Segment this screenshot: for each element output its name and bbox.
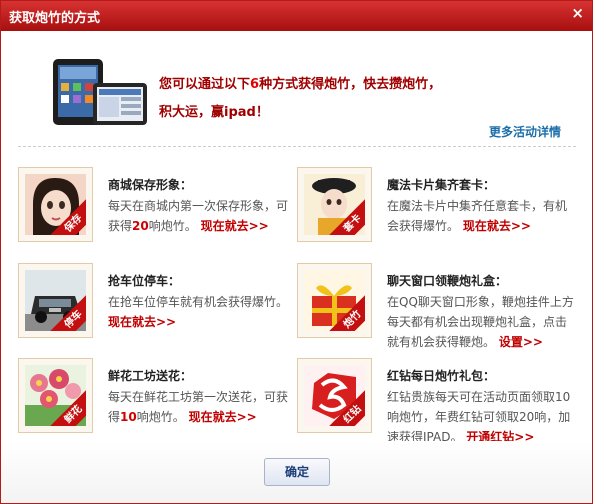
divider (18, 146, 576, 147)
method-desc: 每天在商城内第一次保存形象，可获得20响炮竹。 现在就去>> (108, 196, 298, 236)
go-now-link[interactable]: 现在就去>> (463, 219, 531, 233)
method-desc: 在抢车位停车就有机会获得爆竹。 现在就去>> (108, 292, 298, 332)
flowers-image: 鲜花 (25, 365, 86, 426)
method-title: 商城保存形象： (108, 178, 193, 192)
method-title: 魔法卡片集齐套卡： (387, 178, 496, 192)
avatar-hat-girl-image: 套卡 (304, 174, 365, 235)
method-desc-text: 在QQ聊天窗口形象，鞭炮挂件上方每天都有机会出现鞭炮礼盒，点击就有机会获得鞭炮。 (387, 295, 574, 349)
method-title: 鲜花工坊送花： (108, 369, 193, 383)
method-desc-text: 在抢车位停车就有机会获得爆竹。 (108, 295, 289, 309)
banner-line1-num: 6 (250, 77, 260, 92)
method-num: 10 (120, 410, 137, 424)
method-title: 抢车位停车： (108, 274, 181, 288)
method-thumb: 保存 (18, 167, 93, 242)
method-title: 红钻每日炮竹礼包： (387, 369, 496, 383)
method-item: 保存 商城保存形象： 每天在商城内第一次保存形象，可获得20响炮竹。 现在就去>… (18, 167, 293, 247)
title-bar: 获取炮竹的方式 × (1, 1, 592, 31)
method-desc: 每天在鲜花工坊第一次送花，可获得10响炮竹。 现在就去>> (108, 387, 298, 427)
method-item: 炮竹 聊天窗口领鞭炮礼盒： 在QQ聊天窗口形象，鞭炮挂件上方每天都有机会出现鞭炮… (297, 263, 574, 349)
firecracker-giftbox-image: 炮竹 (304, 270, 365, 331)
method-desc-tail: 响炮竹。 (148, 219, 197, 233)
red-diamond-image: 红钻 (304, 365, 365, 426)
dialog: 获取炮竹的方式 × 您可以通过以下6种方式获得炮竹，快去攒炮竹， 积大运，赢ip… (0, 0, 593, 504)
method-thumb: 炮竹 (297, 263, 372, 338)
go-now-link[interactable]: 现在就去>> (108, 315, 176, 329)
banner-line1-pre: 您可以通过以下 (159, 77, 251, 92)
more-activity-link[interactable]: 更多活动详情 (489, 123, 561, 140)
ipad-image (53, 59, 147, 125)
ok-button[interactable]: 确定 (264, 458, 330, 486)
method-thumb: 停车 (18, 263, 93, 338)
banner-line2: 积大运，赢ipad！ (159, 105, 269, 120)
method-title: 聊天窗口领鞭炮礼盒： (387, 274, 508, 288)
method-desc-tail: 响炮竹。 (136, 410, 185, 424)
method-desc: 红钻贵族每天可在活动页面领取10响炮竹，年费红钻可领取20响，加速获得IPAD。… (387, 387, 577, 447)
method-thumb: 套卡 (297, 167, 372, 242)
avatar-girl-image: 保存 (25, 174, 86, 235)
settings-link[interactable]: 设置>> (499, 335, 543, 349)
method-desc: 在魔法卡片中集齐任意套卡，有机会获得爆竹。 现在就去>> (387, 196, 577, 236)
method-item: 套卡 魔法卡片集齐套卡： 在魔法卡片中集齐任意套卡，有机会获得爆竹。 现在就去>… (297, 167, 572, 247)
method-num: 20 (132, 219, 149, 233)
close-icon[interactable]: × (571, 4, 584, 22)
go-now-link[interactable]: 现在就去>> (189, 410, 257, 424)
banner-line1-post: 种方式获得炮竹，快去攒炮竹， (259, 77, 442, 92)
dialog-title: 获取炮竹的方式 (9, 11, 101, 26)
car-image: 停车 (25, 270, 86, 331)
method-thumb: 红钻 (297, 358, 372, 433)
method-item: 停车 抢车位停车： 在抢车位停车就有机会获得爆竹。 现在就去>> (18, 263, 293, 343)
method-thumb: 鲜花 (18, 358, 93, 433)
banner-text: 您可以通过以下6种方式获得炮竹，快去攒炮竹， 积大运，赢ipad！ (159, 71, 499, 127)
method-item: 鲜花 鲜花工坊送花： 每天在鲜花工坊第一次送花，可获得10响炮竹。 现在就去>> (18, 358, 293, 438)
go-now-link[interactable]: 现在就去>> (201, 219, 269, 233)
method-desc: 在QQ聊天窗口形象，鞭炮挂件上方每天都有机会出现鞭炮礼盒，点击就有机会获得鞭炮。… (387, 292, 577, 352)
method-item: 红钻 红钻每日炮竹礼包： 红钻贵族每天可在活动页面领取10响炮竹，年费红钻可领取… (297, 358, 572, 444)
